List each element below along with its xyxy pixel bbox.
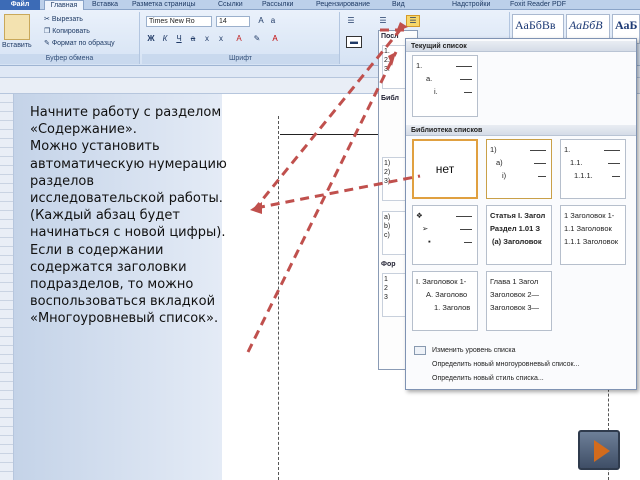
list-level: a. <box>416 72 474 85</box>
list-level: 1. <box>416 59 474 72</box>
multilevel-list-gallery: Текущий список 1. a. i. Библиотека списк… <box>405 38 637 390</box>
menu-label: Определить новый стиль списка... <box>432 375 544 382</box>
tab-foxit[interactable]: Foxit Reader PDF <box>510 0 566 10</box>
copy-label: Копировать <box>52 28 90 35</box>
paste-icon[interactable] <box>4 14 30 40</box>
tab-home[interactable]: Главная <box>44 0 84 10</box>
instruction-paragraph: Можно установить автоматическую нумераци… <box>30 139 227 207</box>
tab-page-layout[interactable]: Разметка страницы <box>132 0 196 10</box>
list-level: 1.1. <box>564 156 622 169</box>
tab-view[interactable]: Вид <box>392 0 405 10</box>
menu-label: Изменить уровень списка <box>432 347 516 354</box>
list-level: I. Заголовок 1- <box>416 275 474 288</box>
list-library-item[interactable]: 1) a) i) <box>486 139 552 199</box>
cut-label: Вырезать <box>51 16 83 23</box>
list-level: 1. <box>564 143 622 156</box>
list-level: Заголовок 3— <box>490 301 548 314</box>
list-level: 1. Заголов <box>416 301 474 314</box>
next-slide-button[interactable] <box>578 430 620 470</box>
instruction-paragraph: (Каждый абзац будет начинаться с новой ц… <box>30 208 226 241</box>
list-level: ➢ <box>416 222 474 235</box>
format-painter-button[interactable]: ✎ Формат по образцу <box>44 39 115 47</box>
current-list-heading: Текущий список <box>406 41 636 52</box>
menu-label: Определить новый многоуровневый список..… <box>432 361 580 368</box>
list-level: Заголовок 2— <box>490 288 548 301</box>
numbering-icon[interactable]: ☰ <box>378 16 388 26</box>
current-list-item[interactable]: 1. a. i. <box>412 55 478 117</box>
list-level: a) <box>490 156 548 169</box>
cut-button[interactable]: ✂ Вырезать <box>44 15 83 23</box>
margin-guide-left <box>278 116 279 480</box>
brush-icon: ✎ <box>44 40 52 47</box>
list-library-item[interactable]: 1 Заголовок 1- 1.1 Заголовок 1.1.1 Загол… <box>560 205 626 265</box>
tab-file[interactable]: Файл <box>0 0 40 10</box>
highlight-icon[interactable]: ✎ <box>252 34 262 44</box>
multilevel-list-icon[interactable]: ☰ <box>406 15 420 27</box>
superscript-icon[interactable]: x <box>216 34 226 44</box>
list-none-option[interactable]: нет <box>412 139 478 199</box>
copy-button[interactable]: ❐ Копировать <box>44 27 90 35</box>
tab-mailings[interactable]: Рассылки <box>262 0 293 10</box>
vertical-ruler <box>0 94 14 480</box>
define-new-multilevel-list-menu-item[interactable]: Определить новый многоуровневый список..… <box>410 359 634 370</box>
list-library-item[interactable]: ❖ ➢ ▪ <box>412 205 478 265</box>
format-label-small: Фор <box>381 261 396 268</box>
change-list-level-menu-item[interactable]: Изменить уровень списка <box>410 345 634 356</box>
clipboard-group-label: Буфер обмена <box>0 54 139 64</box>
tab-addins[interactable]: Надстройки <box>452 0 490 10</box>
text-effect-icon[interactable]: A <box>234 34 244 44</box>
recent-formats-label: Посл <box>381 33 399 40</box>
list-level: i) <box>490 169 548 182</box>
list-level: 1) <box>490 143 548 156</box>
paste-button[interactable]: Вставить <box>2 42 32 49</box>
align-left-icon[interactable]: ▬ <box>346 36 362 48</box>
list-library-item[interactable]: Глава 1 Загол Заголовок 2— Заголовок 3— <box>486 271 552 331</box>
subscript-icon[interactable]: x <box>202 34 212 44</box>
bullets-icon[interactable]: ☰ <box>346 16 356 26</box>
strikethrough-icon[interactable]: a <box>188 34 198 44</box>
list-level: i. <box>416 85 474 98</box>
instruction-text: Начните работу с разделом «Содержание». … <box>30 104 230 328</box>
format-painter-label: Формат по образцу <box>51 40 115 47</box>
list-level: 1.1.1 Заголовок <box>564 235 622 248</box>
underline-icon[interactable]: Ч <box>174 34 184 44</box>
word-window: Файл Главная Вставка Разметка страницы С… <box>0 0 640 480</box>
tab-references[interactable]: Ссылки <box>218 0 243 10</box>
tab-review[interactable]: Рецензирование <box>316 0 370 10</box>
font-size-combo[interactable]: 14 <box>216 16 250 27</box>
instruction-paragraph: Если в содержании содержатся заголовки п… <box>30 242 219 327</box>
indent-icon <box>414 346 426 355</box>
list-level: 1 Заголовок 1- <box>564 209 622 222</box>
library-label-small: Библ <box>381 95 399 102</box>
list-library-item[interactable]: Статья I. Загол Раздел 1.01 З (a) Заголо… <box>486 205 552 265</box>
list-level: Раздел 1.01 З <box>490 222 548 235</box>
list-level: ❖ <box>416 209 474 222</box>
clipboard-group: Вставить ✂ Вырезать ❐ Копировать ✎ Форма… <box>0 12 140 64</box>
bold-icon[interactable]: Ж <box>146 34 156 44</box>
ribbon-tabs: Файл Главная Вставка Разметка страницы С… <box>0 0 640 10</box>
instruction-paragraph: Начните работу с разделом «Содержание». <box>30 105 222 138</box>
tab-insert[interactable]: Вставка <box>92 0 118 10</box>
list-level: A. Заголово <box>416 288 474 301</box>
font-group-label: Шрифт <box>142 54 339 64</box>
shrink-font-icon[interactable]: a <box>268 16 278 26</box>
list-level: ▪ <box>416 235 474 248</box>
italic-icon[interactable]: К <box>160 34 170 44</box>
scissors-icon: ✂ <box>44 16 52 23</box>
list-level: Статья I. Загол <box>490 209 548 222</box>
define-new-list-style-menu-item[interactable]: Определить новый стиль списка... <box>410 373 634 384</box>
list-level: (a) Заголовок <box>490 235 548 248</box>
text-line <box>280 134 380 135</box>
list-level: 1.1 Заголовок <box>564 222 622 235</box>
list-level: 1.1.1. <box>564 169 622 182</box>
list-library-heading: Библиотека списков <box>406 125 636 136</box>
copy-icon: ❐ <box>44 28 53 35</box>
font-color-icon[interactable]: A <box>270 34 280 44</box>
font-name-combo[interactable]: Times New Ro <box>146 16 212 27</box>
grow-font-icon[interactable]: A <box>256 16 266 26</box>
list-library-item[interactable]: 1. 1.1. 1.1.1. <box>560 139 626 199</box>
list-library-item[interactable]: I. Заголовок 1- A. Заголово 1. Заголов <box>412 271 478 331</box>
list-level: Глава 1 Загол <box>490 275 548 288</box>
font-group: Times New Ro 14 A a Ж К Ч a x x A ✎ A Шр… <box>142 12 340 64</box>
